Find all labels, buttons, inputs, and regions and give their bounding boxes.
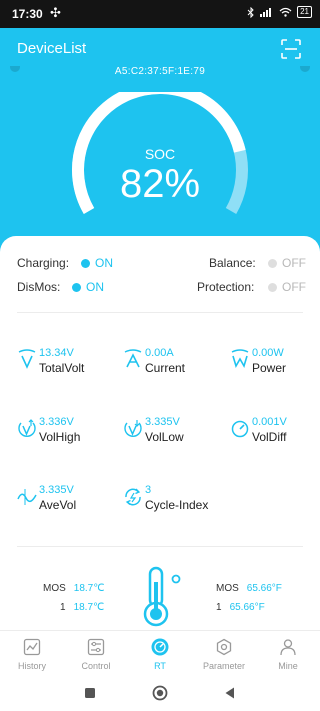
average-voltage-icon — [17, 489, 37, 505]
metric-label: Cycle-Index — [145, 498, 209, 512]
recent-apps-icon[interactable] — [82, 685, 98, 701]
bottom-tab-bar: History Control RT Parameter Mine — [0, 630, 320, 676]
voltage-v-icon — [18, 349, 36, 369]
thermometer-icon — [143, 566, 181, 627]
status-indicators: 21 — [247, 6, 312, 18]
status-time: 17:30 — [12, 7, 43, 21]
metric-value: 0.00A — [145, 347, 174, 359]
voltage-high-icon — [18, 419, 36, 437]
divider — [17, 546, 303, 547]
device-mac-address: A5:C2:37:5F:1E:79 — [114, 66, 206, 77]
metric-ave-vol: 3.335V AveVol — [17, 484, 117, 520]
switch-label: DisMos: — [17, 280, 61, 294]
device-list-link[interactable]: DeviceList — [17, 40, 86, 57]
temp-fahrenheit-1: 1 65.66°F — [216, 602, 265, 613]
soc-value: 82% — [119, 162, 201, 206]
tab-label: Mine — [278, 661, 298, 671]
metric-current: 0.00A Current — [123, 347, 223, 383]
metric-label: TotalVolt — [39, 361, 85, 375]
metric-value: 0.00W — [252, 347, 284, 359]
status-bar: 17:30 ✣ 21 — [0, 0, 320, 28]
temp-value: 18.7℃ — [73, 602, 105, 613]
control-sliders-icon — [87, 638, 105, 656]
power-w-icon — [231, 349, 249, 369]
home-icon[interactable] — [152, 685, 168, 701]
status-dot — [268, 282, 277, 292]
metric-vol-high: 3.336V VolHigh — [17, 416, 117, 452]
bluetooth-icon — [247, 6, 254, 18]
switch-state: ON — [72, 280, 104, 294]
temp-value: 18.7℃ — [73, 583, 105, 594]
metric-vol-low: 3.335V VolLow — [123, 416, 223, 452]
tab-history[interactable]: History — [0, 631, 64, 676]
tab-control[interactable]: Control — [64, 631, 128, 676]
temp-name: 1 — [216, 602, 222, 613]
metric-label: VolLow — [145, 430, 184, 444]
metric-value: 0.001V — [252, 416, 287, 428]
metric-label: Current — [145, 361, 186, 375]
temp-name: MOS — [216, 583, 239, 594]
metric-vol-diff: 0.001V VolDiff — [230, 416, 320, 452]
signal-icon — [260, 8, 272, 17]
temp-fahrenheit-mos: MOS 65.66°F — [216, 583, 282, 594]
divider — [17, 312, 303, 313]
wifi-icon — [279, 7, 292, 17]
realtime-gauge-icon — [151, 638, 169, 656]
switch-state: ON — [81, 256, 113, 270]
metric-label: VolDiff — [252, 430, 287, 444]
metric-cycle-index: 3 Cycle-Index — [123, 484, 223, 520]
status-dot — [72, 282, 81, 292]
switch-label: Balance: — [209, 256, 256, 270]
switch-state: OFF — [268, 256, 306, 270]
temp-value: 65.66°F — [246, 583, 282, 594]
parameter-hex-icon — [216, 638, 232, 656]
metric-label: AveVol — [39, 498, 77, 512]
metric-label: Power — [252, 361, 287, 375]
history-chart-icon — [23, 638, 41, 656]
voltage-diff-icon — [231, 420, 249, 438]
tab-mine[interactable]: Mine — [256, 631, 320, 676]
switch-label: Protection: — [197, 280, 255, 294]
tab-parameter[interactable]: Parameter — [192, 631, 256, 676]
metric-label: VolHigh — [39, 430, 81, 444]
temp-value: 65.66°F — [229, 602, 265, 613]
tab-label: History — [17, 661, 46, 671]
tab-label: Parameter — [202, 661, 246, 671]
voltage-low-icon — [124, 420, 142, 437]
temp-celsius-1: 1 18.7℃ — [60, 602, 104, 613]
scan-icon[interactable] — [280, 38, 302, 60]
system-nav-bar — [0, 676, 320, 711]
temp-name: MOS — [43, 583, 66, 594]
soc-label: SOC — [144, 146, 176, 162]
switch-state: OFF — [268, 280, 306, 294]
metric-value: 3.336V — [39, 416, 74, 428]
metric-power: 0.00W Power — [230, 347, 320, 383]
metric-value: 3.335V — [39, 484, 74, 496]
tab-label: RT — [154, 661, 166, 671]
tab-label: Control — [81, 661, 111, 671]
current-a-icon — [124, 349, 142, 368]
metric-total-volt: 13.34V TotalVolt — [17, 347, 117, 383]
fan-icon: ✣ — [50, 5, 61, 20]
temp-celsius-mos: MOS 18.7℃ — [43, 583, 104, 594]
status-dot — [81, 258, 90, 268]
battery-indicator: 21 — [297, 6, 312, 18]
user-icon — [280, 639, 296, 656]
switch-label: Charging: — [17, 256, 70, 270]
temp-name: 1 — [60, 602, 66, 613]
metric-value: 3 — [145, 484, 152, 496]
back-icon[interactable] — [222, 685, 238, 701]
cycle-icon — [125, 488, 141, 506]
status-dot — [268, 258, 277, 268]
tab-rt[interactable]: RT — [128, 631, 192, 676]
metric-value: 3.335V — [145, 416, 180, 428]
metric-value: 13.34V — [39, 347, 74, 359]
header-panel: DeviceList A5:C2:37:5F:1E:79 SOC 82% — [0, 28, 320, 254]
